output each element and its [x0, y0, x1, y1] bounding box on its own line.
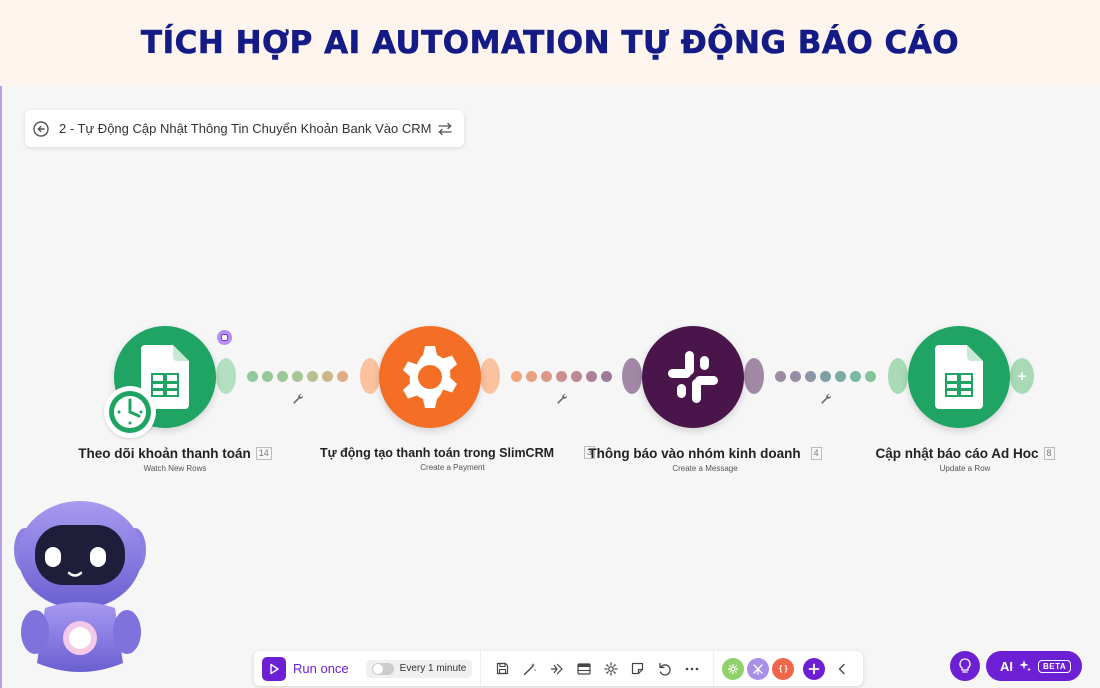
wrench-icon[interactable] — [556, 393, 568, 405]
slack-icon[interactable] — [642, 326, 744, 428]
stop-badge-icon[interactable] — [217, 330, 232, 345]
module-input-handle[interactable] — [622, 358, 642, 394]
module-action: Create a Message — [672, 464, 738, 473]
wrench-icon[interactable] — [292, 393, 304, 405]
bulb-icon[interactable] — [950, 651, 980, 681]
module-action: Create a Payment — [420, 463, 485, 472]
module-label: Thông báo vào nhóm kinh doanh 4 Create a … — [585, 446, 825, 473]
schedule-toggle[interactable]: Every 1 minute — [365, 659, 473, 678]
module-output-handle[interactable] — [216, 358, 236, 394]
module-output-handle[interactable] — [744, 358, 764, 394]
wrench-icon[interactable] — [820, 393, 832, 405]
beta-badge: BETA — [1038, 659, 1072, 673]
flow-control-icon[interactable] — [747, 657, 770, 680]
toggle-switch[interactable] — [371, 662, 394, 675]
undo-icon[interactable] — [651, 655, 678, 682]
schedule-clock-icon[interactable] — [104, 386, 156, 438]
banner-title: TÍCH HỢP AI AUTOMATION TỰ ĐỘNG BÁO CÁO — [140, 25, 960, 62]
module-input-handle[interactable] — [360, 358, 380, 394]
scenario-title-bar: 2 - Tự Động Cập Nhật Thông Tin Chuyển Kh… — [25, 110, 464, 147]
module-action: Watch New Rows — [143, 464, 207, 473]
run-once-button[interactable]: Run once — [293, 661, 349, 676]
flow-icon[interactable] — [543, 655, 570, 682]
google-sheets-icon[interactable] — [908, 326, 1010, 428]
module-name: Thông báo vào nhóm kinh doanh — [588, 446, 801, 461]
json-icon[interactable]: { } — [772, 657, 795, 680]
module-number: 8 — [1043, 447, 1055, 460]
module-input-handle[interactable] — [888, 358, 908, 394]
gear-icon[interactable] — [379, 326, 481, 428]
module-label: Cập nhật báo cáo Ad Hoc 8 Update a Row — [860, 446, 1070, 473]
module-label: Tự động tạo thanh toán trong SlimCRM 3 Cr… — [320, 446, 596, 472]
module-number: 4 — [810, 447, 822, 460]
settings-icon[interactable] — [597, 655, 624, 682]
bottom-toolbar: Run once Every 1 minute { } — [254, 651, 864, 686]
swap-icon[interactable] — [436, 120, 454, 138]
note-icon[interactable] — [624, 655, 651, 682]
save-icon[interactable] — [489, 655, 516, 682]
table-icon[interactable] — [570, 655, 597, 682]
module-label: Theo dõi khoản thanh toán 14 Watch New Ro… — [65, 446, 285, 473]
back-arrow-icon[interactable] — [32, 120, 50, 138]
scenario-name[interactable]: 2 - Tự Động Cập Nhật Thông Tin Chuyển Kh… — [59, 121, 436, 136]
sparkle-icon — [1019, 660, 1031, 672]
header-banner: TÍCH HỢP AI AUTOMATION TỰ ĐỘNG BÁO CÁO — [0, 0, 1100, 86]
module-name: Tự động tạo thanh toán trong SlimCRM — [320, 446, 555, 460]
play-icon[interactable] — [262, 656, 286, 681]
module-output-handle[interactable] — [480, 358, 500, 394]
module-name: Theo dõi khoản thanh toán — [78, 446, 251, 461]
ai-assistant-button[interactable]: AI BETA — [986, 651, 1082, 681]
ai-label: AI — [1000, 658, 1013, 674]
module-number: 14 — [255, 447, 272, 460]
tools-icon[interactable] — [722, 657, 745, 680]
collapse-icon[interactable] — [828, 655, 855, 682]
robot-mascot-image — [14, 501, 146, 672]
more-icon[interactable] — [678, 655, 705, 682]
add-icon[interactable] — [803, 657, 826, 680]
module-name: Cập nhật báo cáo Ad Hoc — [875, 446, 1039, 461]
module-action: Update a Row — [939, 464, 991, 473]
magic-wand-icon[interactable] — [516, 655, 543, 682]
add-module-icon[interactable]: + — [1010, 358, 1034, 394]
schedule-label: Every 1 minute — [399, 663, 467, 674]
